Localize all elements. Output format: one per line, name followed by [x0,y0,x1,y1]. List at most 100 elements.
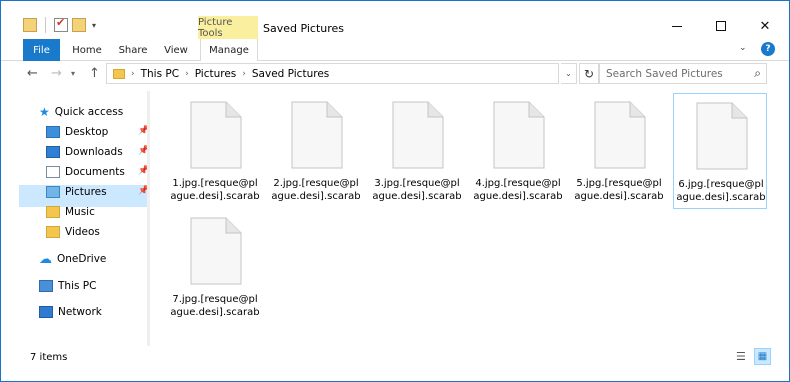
desktop-icon [46,126,60,138]
nav-label: Quick access [54,106,124,118]
documents-icon [46,166,60,178]
maximize-icon [716,21,726,31]
file-item[interactable]: 7.jpg.[resque@pl ague.desi].scarab [168,209,262,325]
star-icon: ★ [39,105,50,119]
close-icon: ✕ [759,18,771,34]
explorer-window: ▾ Picture Tools Saved Pictures ✕ File Ho… [0,0,790,382]
large-icons-view-icon[interactable]: ▦ [754,348,771,365]
network-icon [39,306,53,318]
nav-item-videos[interactable]: Videos [46,222,100,242]
nav-label: Videos [65,226,100,238]
new-folder-icon[interactable] [72,18,86,32]
minimize-button[interactable] [655,11,699,41]
help-icon[interactable]: ? [761,42,775,56]
qat-divider [45,17,46,33]
recent-locations-icon[interactable]: ▾ [71,69,75,78]
tab-file[interactable]: File [23,39,60,61]
nav-item-documents[interactable]: Documents [46,162,125,182]
file-name: 6.jpg.[resque@pl ague.desi].scarab [676,179,766,203]
search-input[interactable]: Search Saved Pictures ⌕ [599,63,767,84]
computer-icon [39,280,53,292]
breadcrumb-this-pc[interactable]: This PC [141,68,179,80]
item-count: 7 items [30,352,68,363]
nav-item-desktop[interactable]: Desktop [46,122,108,142]
expand-ribbon-icon[interactable]: ⌄ [739,43,747,53]
file-list: 1.jpg.[resque@pl ague.desi].scarab 2.jpg… [153,89,785,347]
file-item[interactable]: 2.jpg.[resque@pl ague.desi].scarab [269,93,363,209]
chevron-right-icon[interactable]: › [131,69,135,79]
quick-access-toolbar: ▾ [23,16,96,33]
tab-home[interactable]: Home [67,39,107,61]
chevron-right-icon[interactable]: › [185,69,189,79]
ribbon-tabs: File Home Share View Manage ⌄ ? [1,39,789,61]
back-arrow-icon[interactable]: ← [27,66,38,81]
pictures-icon [46,186,60,198]
file-name: 1.jpg.[resque@pl ague.desi].scarab [170,178,260,202]
folder-icon [113,68,125,79]
file-item[interactable]: 4.jpg.[resque@pl ague.desi].scarab [471,93,565,209]
nav-label: Downloads [65,146,123,158]
refresh-icon[interactable]: ↻ [579,63,599,84]
nav-item-pictures[interactable]: Pictures [46,182,107,202]
details-view-icon[interactable]: ☰ [736,350,750,364]
blank-file-icon [291,101,343,169]
blank-file-icon [190,217,242,285]
search-icon: ⌕ [754,66,761,80]
address-row: ← → ▾ ↑ › This PC › Pictures › Saved Pic… [1,62,789,86]
nav-item-music[interactable]: Music [46,202,95,222]
address-dropdown-icon[interactable]: ⌄ [561,63,577,84]
status-bar: 7 items ☰ ▦ [1,348,789,368]
file-name: 3.jpg.[resque@pl ague.desi].scarab [372,178,462,202]
nav-label: OneDrive [57,253,107,265]
file-name: 7.jpg.[resque@pl ague.desi].scarab [170,294,260,318]
folder-icon [23,18,37,32]
blank-file-icon [696,102,748,170]
nav-label: Desktop [65,126,109,138]
blank-file-icon [190,101,242,169]
download-icon [46,146,60,158]
file-name: 2.jpg.[resque@pl ague.desi].scarab [271,178,361,202]
properties-icon[interactable] [54,16,68,32]
close-button[interactable]: ✕ [743,11,787,41]
customize-qat-icon[interactable]: ▾ [92,21,96,30]
file-item[interactable]: 3.jpg.[resque@pl ague.desi].scarab [370,93,464,209]
videos-icon [46,226,60,238]
nav-this-pc[interactable]: This PC [39,276,96,296]
nav-item-downloads[interactable]: Downloads [46,142,123,162]
nav-onedrive[interactable]: ☁ OneDrive [39,249,106,269]
minimize-icon [672,25,682,27]
nav-label: Pictures [65,186,107,198]
blank-file-icon [594,101,646,169]
file-item[interactable]: 5.jpg.[resque@pl ague.desi].scarab [572,93,666,209]
chevron-right-icon[interactable]: › [242,69,246,79]
file-name: 4.jpg.[resque@pl ague.desi].scarab [473,178,563,202]
file-item[interactable]: 6.jpg.[resque@pl ague.desi].scarab [673,93,767,209]
nav-label: Music [65,206,95,218]
nav-label: Network [58,306,102,318]
address-bar[interactable]: › This PC › Pictures › Saved Pictures [106,63,559,84]
forward-arrow-icon[interactable]: → [51,66,62,81]
tab-manage[interactable]: Manage [200,39,258,61]
file-name: 5.jpg.[resque@pl ague.desi].scarab [574,178,664,202]
blank-file-icon [493,101,545,169]
file-item[interactable]: 1.jpg.[resque@pl ague.desi].scarab [168,93,262,209]
blank-file-icon [392,101,444,169]
nav-network[interactable]: Network [39,302,102,322]
nav-label: Documents [65,166,125,178]
breadcrumb-saved-pictures[interactable]: Saved Pictures [252,68,329,80]
nav-quick-access[interactable]: ★ Quick access [39,102,123,122]
search-placeholder: Search Saved Pictures [606,67,723,80]
music-icon [46,206,60,218]
nav-scrollbar[interactable] [147,91,150,346]
tab-view[interactable]: View [158,39,194,61]
context-tab-label: Picture Tools [198,16,258,39]
title-bar: ▾ Picture Tools Saved Pictures ✕ [1,1,789,41]
up-arrow-icon[interactable]: ↑ [89,66,100,81]
breadcrumb-pictures[interactable]: Pictures [195,68,237,80]
tab-share[interactable]: Share [113,39,153,61]
window-title: Saved Pictures [263,22,345,35]
navigation-pane: ★ Quick access Desktop 📌 Downloads 📌 Doc… [1,91,151,346]
cloud-icon: ☁ [39,251,52,267]
nav-label: This PC [58,280,97,292]
maximize-button[interactable] [699,11,743,41]
